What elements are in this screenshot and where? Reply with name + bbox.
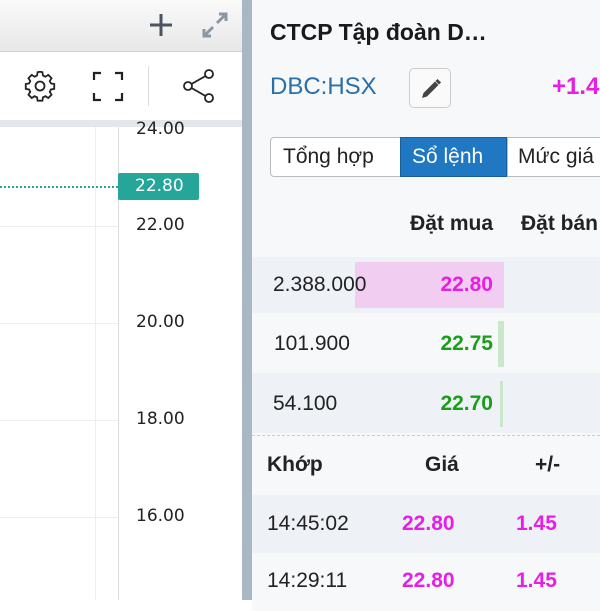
bid-header: Đặt mua <box>410 212 493 235</box>
expand-icon[interactable] <box>200 10 230 40</box>
symbol-link[interactable]: DBC:HSX <box>270 73 377 101</box>
price-axis-label: 18.00 <box>136 409 185 429</box>
grid-line-vertical <box>95 127 96 600</box>
chart-toolbar <box>0 52 242 120</box>
match-time: 14:29:11 <box>267 569 348 592</box>
toolbar-separator <box>0 120 242 127</box>
price-axis-label: 16.00 <box>136 506 185 526</box>
match-change: 1.45 <box>516 512 557 535</box>
price-axis-label: 22.00 <box>136 215 185 235</box>
toolbar-divider <box>148 66 149 106</box>
plus-icon[interactable] <box>148 12 174 38</box>
tab-muc-gia[interactable]: Mức giá <box>507 137 600 177</box>
section-divider <box>252 435 600 436</box>
match-price-header: Giá <box>425 453 459 476</box>
edit-symbol-button[interactable] <box>409 68 451 108</box>
match-row: 14:29:11 22.80 1.45 <box>252 553 600 611</box>
match-price: 22.80 <box>402 569 455 592</box>
last-price-line <box>0 186 118 188</box>
volume-bar <box>498 321 504 367</box>
company-title: CTCP Tập đoàn D… <box>270 19 487 45</box>
orderbook-row: 101.900 22.75 <box>252 313 600 373</box>
bid-price[interactable]: 22.75 <box>372 332 493 356</box>
tab-so-lenh[interactable]: Sổ lệnh <box>400 137 507 177</box>
match-change: 1.45 <box>516 569 557 592</box>
price-axis-label: 24.00 <box>136 119 185 139</box>
gear-icon[interactable] <box>22 68 58 104</box>
chart-top-bar <box>0 0 242 52</box>
grid-line <box>0 420 118 421</box>
price-change: +1.4 <box>552 73 600 100</box>
price-axis-label: 20.00 <box>136 312 185 332</box>
pencil-icon <box>422 78 442 98</box>
bid-price[interactable]: 22.70 <box>372 392 493 416</box>
grid-line <box>0 323 118 324</box>
grid-line <box>0 226 118 227</box>
match-row: 14:45:02 22.80 1.45 <box>252 495 600 553</box>
bid-volume: 101.900 <box>274 332 350 355</box>
share-icon[interactable] <box>182 68 216 104</box>
match-time: 14:45:02 <box>267 512 349 535</box>
fullscreen-icon[interactable] <box>92 70 124 102</box>
ask-header: Đặt bán <box>521 212 599 235</box>
last-price-badge: 22.80 <box>118 173 199 200</box>
match-change-header: +/- <box>535 453 561 476</box>
price-chart[interactable]: 24.00 22.80 22.00 20.00 18.00 16.00 <box>0 119 242 600</box>
bid-volume: 54.100 <box>273 392 338 415</box>
stock-detail-panel: CTCP Tập đoàn D… DBC:HSX +1.4 Tổng hợp S… <box>252 0 600 611</box>
match-price: 22.80 <box>402 512 455 535</box>
pane-resize-handle[interactable] <box>242 0 252 600</box>
volume-bar <box>500 381 503 427</box>
orderbook-row: 54.100 22.70 <box>252 373 600 433</box>
bid-volume: 2.388.000 <box>273 273 367 296</box>
orderbook-row: 2.388.000 22.80 <box>252 257 600 313</box>
match-time-header: Khớp <box>267 453 323 476</box>
bid-price[interactable]: 22.80 <box>372 273 493 297</box>
tab-tong-hop[interactable]: Tổng hợp <box>270 137 402 177</box>
grid-line <box>0 517 118 518</box>
